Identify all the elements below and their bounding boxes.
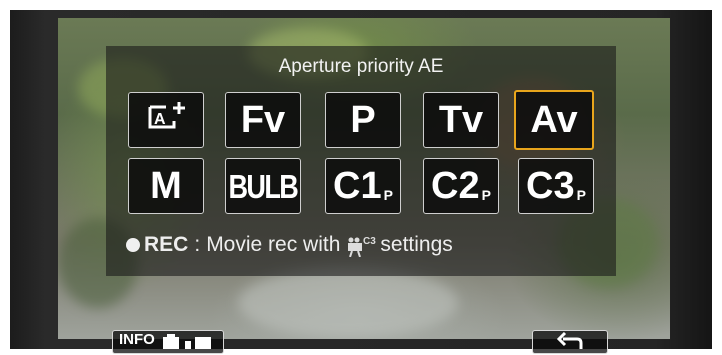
mode-m-label: M	[150, 165, 182, 207]
mode-p-label: P	[350, 99, 376, 141]
svg-text:A: A	[154, 111, 166, 128]
record-dot-icon	[126, 238, 140, 252]
mode-c1-sub: P	[383, 187, 393, 203]
mode-tv-label: Tv	[438, 99, 484, 141]
mode-av-label: Av	[530, 99, 578, 141]
mode-fv-label: Fv	[240, 99, 286, 141]
mode-c1[interactable]: C1 P	[325, 158, 401, 214]
rec-label: REC	[144, 233, 189, 256]
camera-icon	[161, 331, 217, 353]
back-button[interactable]	[532, 330, 608, 354]
return-arrow-icon	[555, 331, 585, 353]
rec-colon: :	[194, 233, 201, 256]
movie-mode-c3-icon: C3	[348, 235, 377, 258]
mode-c3-label: C3	[526, 165, 575, 207]
rec-text-after: settings	[380, 233, 453, 256]
rec-hint: REC : Movie rec with C3 settings	[126, 233, 453, 258]
info-button[interactable]: INFO	[112, 330, 224, 354]
mode-title: Aperture priority AE	[278, 56, 444, 77]
mode-c2-sub: P	[481, 187, 491, 203]
mode-m[interactable]: M	[128, 158, 204, 214]
mode-c3-sub: P	[576, 187, 586, 203]
svg-text:C3: C3	[363, 236, 376, 247]
rec-text-before: Movie rec with	[206, 233, 341, 256]
mode-scene-intelligent-auto[interactable]: A	[128, 92, 204, 148]
scene-intelligent-auto-icon: A	[144, 99, 188, 142]
mode-bulb-label: BULB	[228, 167, 299, 205]
mode-fv[interactable]: Fv	[225, 92, 301, 148]
info-label: INFO	[119, 331, 155, 348]
mode-tv[interactable]: Tv	[423, 92, 499, 148]
mode-bulb[interactable]: BULB	[225, 158, 301, 214]
mode-p[interactable]: P	[325, 92, 401, 148]
mode-c2-label: C2	[431, 165, 480, 207]
mode-c3[interactable]: C3 P	[518, 158, 594, 214]
mode-c1-label: C1	[333, 165, 382, 207]
mode-av[interactable]: Av	[514, 90, 594, 150]
mode-c2[interactable]: C2 P	[423, 158, 499, 214]
